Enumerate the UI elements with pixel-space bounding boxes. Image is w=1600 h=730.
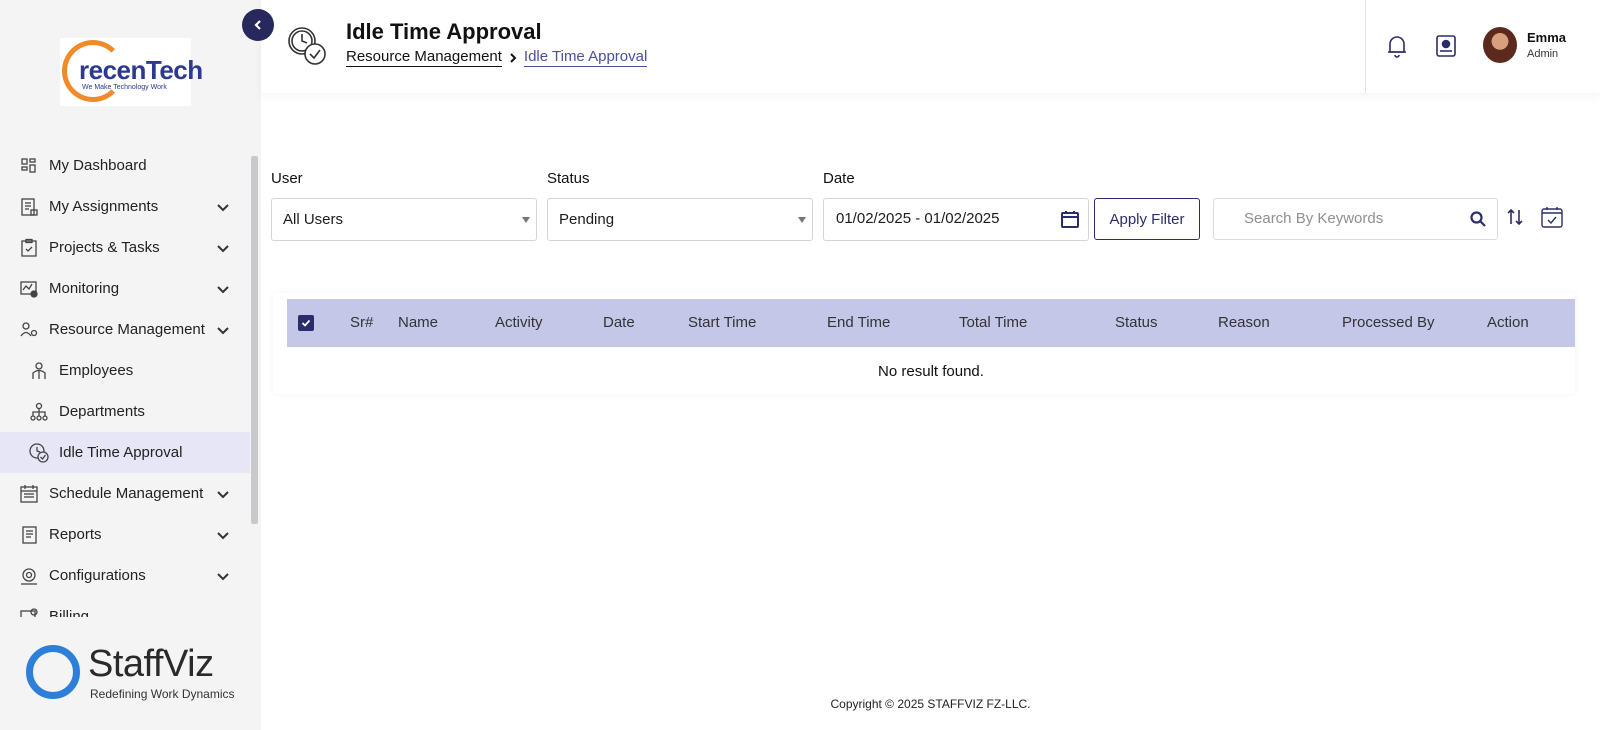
sidebar-item-label: Configurations [49,567,146,584]
chevron-down-icon [216,281,230,298]
user-filter-label: User [271,170,303,187]
dropdown-caret-icon [522,217,530,223]
chevron-left-icon [254,20,261,30]
report-icon [18,524,40,546]
breadcrumb-resource-management[interactable]: Resource Management [346,48,502,67]
idle-time-icon [28,442,50,464]
sidebar-item-configurations[interactable]: Configurations [0,555,250,596]
calendar-check-icon[interactable] [1540,205,1564,234]
status-select[interactable]: Pending [547,198,813,241]
date-range-input[interactable]: 01/02/2025 - 01/02/2025 [823,198,1089,241]
collapse-sidebar-button[interactable] [242,9,274,41]
config-icon [18,565,40,587]
sidebar-item-reports[interactable]: Reports [0,514,250,555]
column-header-status[interactable]: Status [1115,314,1158,331]
chevron-down-icon [216,199,230,216]
user-name: Emma [1527,30,1567,45]
user-select-value: All Users [283,211,344,228]
schedule-icon [18,483,40,505]
header-divider [1365,0,1366,93]
company-logo: recenTech We Make Technology Work [60,38,203,106]
column-header-end-time[interactable]: End Time [827,314,890,331]
date-filter-label: Date [823,170,855,187]
staffviz-logo: StaffViz Redefining Work Dynamics [24,643,244,705]
search-box [1213,198,1498,240]
sidebar-item-label: Schedule Management [49,485,204,502]
status-select-value: Pending [559,211,615,228]
sidebar-scroll-thumb[interactable] [251,156,258,524]
search-input[interactable] [1244,210,1464,227]
sidebar-item-label: Billing [49,608,90,617]
user-select[interactable]: All Users [271,198,537,241]
user-role: Admin [1527,48,1559,60]
avatar[interactable] [1483,27,1517,63]
column-header-total-time[interactable]: Total Time [959,314,1027,331]
copyright-text: Copyright © 2025 STAFFVIZ FZ-LLC. [830,697,1031,711]
sidebar-item-departments[interactable]: Departments [0,391,250,432]
sidebar-item-label: Resource Management [49,321,205,338]
assignments-icon [18,196,40,218]
sidebar-item-label: Idle Time Approval [59,444,183,461]
chevron-down-icon [216,568,230,585]
idle-time-table: Sr# Name Activity Date Start Time End Ti… [273,293,1575,394]
sort-icon[interactable] [1506,207,1524,232]
bell-icon[interactable] [1383,32,1411,60]
sidebar-item-resource-management[interactable]: Resource Management [0,309,250,350]
breadcrumb: Resource Management Idle Time Approval [346,48,648,67]
chevron-down-icon [216,322,230,339]
billing-icon [18,606,40,617]
column-header-date[interactable]: Date [603,314,635,331]
column-header-activity[interactable]: Activity [495,314,543,331]
chevron-down-icon [216,240,230,257]
sidebar-item-billing[interactable]: Billing [0,596,250,617]
org-chart-icon [28,401,50,423]
empty-table-message: No result found. [878,363,984,380]
clipboard-check-icon [18,237,40,259]
sidebar-item-schedule-management[interactable]: Schedule Management [0,473,250,514]
settings-book-icon[interactable] [1432,32,1460,60]
sidebar-item-label: Employees [59,362,134,379]
sidebar-item-employees[interactable]: Employees [0,350,250,391]
calendar-icon[interactable] [1060,209,1080,233]
page-header: Idle Time Approval Resource Management I… [261,0,1600,93]
sidebar-item-label: My Assignments [49,198,159,215]
column-header-sr[interactable]: Sr# [350,314,373,331]
chevron-right-icon [508,52,518,64]
sidebar-item-label: Monitoring [49,280,120,297]
chevron-down-icon [216,486,230,503]
page-title: Idle Time Approval [346,19,542,44]
sidebar-item-projects-tasks[interactable]: Projects & Tasks [0,227,250,268]
sidebar-nav: My Dashboard My Assignments Projects & T… [0,145,250,617]
sidebar-item-my-dashboard[interactable]: My Dashboard [0,145,250,186]
date-range-value: 01/02/2025 - 01/02/2025 [836,210,1000,227]
breadcrumb-idle-time-approval[interactable]: Idle Time Approval [523,48,648,67]
user-gear-icon [18,319,40,341]
sidebar: recenTech We Make Technology Work My Das… [0,0,261,730]
sidebar-item-label: My Dashboard [49,157,147,174]
sidebar-item-label: Departments [59,403,145,420]
sidebar-item-label: Projects & Tasks [49,239,160,256]
idle-time-icon [285,24,329,68]
column-header-start-time[interactable]: Start Time [688,314,756,331]
apply-filter-button[interactable]: Apply Filter [1094,198,1200,240]
sidebar-item-idle-time-approval[interactable]: Idle Time Approval [0,432,250,473]
search-icon[interactable] [1469,210,1487,233]
dashboard-icon [18,155,40,177]
sidebar-item-monitoring[interactable]: Monitoring [0,268,250,309]
sidebar-item-my-assignments[interactable]: My Assignments [0,186,250,227]
status-filter-label: Status [547,170,590,187]
column-header-processed-by[interactable]: Processed By [1342,314,1435,331]
table-header: Sr# Name Activity Date Start Time End Ti… [287,299,1575,347]
column-header-reason[interactable]: Reason [1218,314,1270,331]
dropdown-caret-icon [798,217,806,223]
column-header-action: Action [1487,314,1529,331]
sidebar-item-label: Reports [49,526,102,543]
employee-icon [28,360,50,382]
chevron-down-icon [216,527,230,544]
select-all-checkbox[interactable] [298,315,314,331]
column-header-name[interactable]: Name [398,314,438,331]
monitoring-icon [18,278,40,300]
